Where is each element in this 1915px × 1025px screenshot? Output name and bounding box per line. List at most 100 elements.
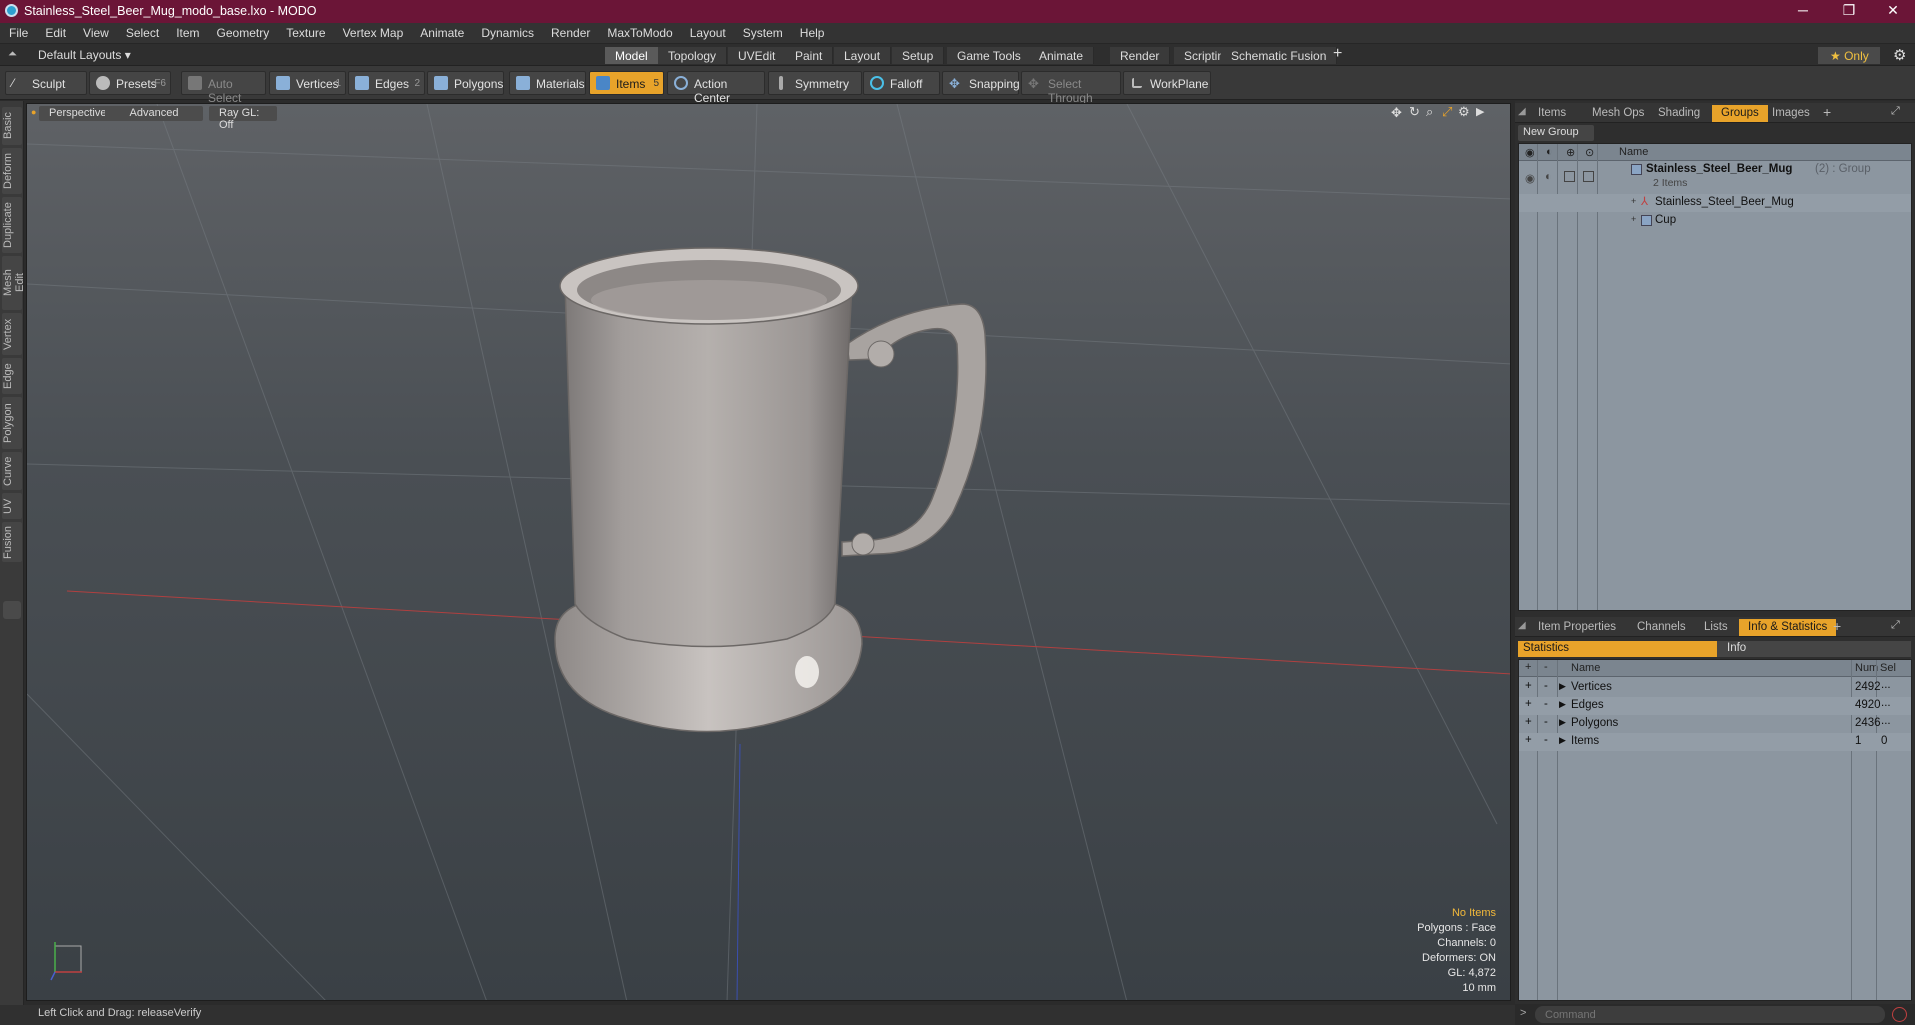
gear-icon[interactable]: ⚙ <box>1893 46 1906 64</box>
tab-item-properties[interactable]: Item Properties <box>1529 619 1625 636</box>
child-expand-icon[interactable]: + <box>1631 196 1636 206</box>
tab-mesh-ops[interactable]: Mesh Ops <box>1583 105 1653 122</box>
collapse-icon[interactable]: ⏶ <box>8 48 17 61</box>
tab-topology[interactable]: Topology <box>658 47 728 64</box>
render-checkbox[interactable] <box>1583 171 1594 182</box>
maximize-panel-icon[interactable]: ⤢ <box>1891 619 1900 632</box>
close-button[interactable]: ✕ <box>1878 2 1908 21</box>
expand-tools-button[interactable] <box>3 601 21 619</box>
stats-row-items[interactable]: + - ▶ Items 1 0 <box>1519 733 1911 751</box>
expand-arrow-icon[interactable]: ▶ <box>1559 717 1566 728</box>
tab-animate[interactable]: Animate <box>1029 47 1095 64</box>
group-row[interactable]: ◉ ◐ Stainless_Steel_Beer_Mug (2) : Group… <box>1519 163 1911 193</box>
tab-groups[interactable]: Groups <box>1712 105 1768 122</box>
tab-mesh-edit[interactable]: Mesh Edit <box>2 256 26 310</box>
tab-images[interactable]: Images <box>1763 105 1819 122</box>
restore-button[interactable]: ❐ <box>1834 2 1864 21</box>
tab-uvedit[interactable]: UVEdit <box>728 47 787 64</box>
vertices-button[interactable]: Vertices 1 <box>269 71 346 95</box>
select-through-button[interactable]: ✥ Select Through <box>1021 71 1121 105</box>
workplane-button[interactable]: WorkPlane <box>1123 71 1211 95</box>
stats-row-polygons[interactable]: + - ▶ Polygons 2436 ... <box>1519 715 1911 733</box>
menu-animate[interactable]: Animate <box>411 23 472 40</box>
lock-toggle-icon[interactable]: ◐ <box>1545 171 1552 183</box>
materials-button[interactable]: Materials <box>509 71 586 95</box>
tab-model[interactable]: Model <box>605 47 659 64</box>
tab-paint[interactable]: Paint <box>785 47 834 64</box>
statistics-subtab[interactable]: Statistics <box>1518 641 1717 657</box>
menu-render[interactable]: Render <box>542 23 598 40</box>
layout-selector[interactable]: Default Layouts ▾ <box>38 48 131 62</box>
child-expand-icon[interactable]: + <box>1631 214 1636 224</box>
raygl-button[interactable]: Ray GL: Off <box>209 106 277 131</box>
tab-channels[interactable]: Channels <box>1628 619 1695 636</box>
zoom-icon[interactable]: ⌕ <box>1426 104 1433 120</box>
group-child-row[interactable]: + Cup <box>1519 212 1911 230</box>
add-tab-icon[interactable]: + <box>1333 45 1342 63</box>
fit-icon[interactable]: ⤢ <box>1442 104 1452 120</box>
tab-info-statistics[interactable]: Info & Statistics <box>1739 619 1837 636</box>
menu-geometry[interactable]: Geometry <box>208 23 278 40</box>
polygons-button[interactable]: Polygons <box>427 71 504 95</box>
menu-item[interactable]: Item <box>167 23 207 40</box>
command-input[interactable] <box>1535 1006 1885 1023</box>
tab-lists[interactable]: Lists <box>1695 619 1737 636</box>
stats-row-edges[interactable]: + - ▶ Edges 4920 ... <box>1519 697 1911 715</box>
menu-dynamics[interactable]: Dynamics <box>472 23 542 40</box>
add-panel-tab-icon[interactable]: + <box>1833 618 1841 634</box>
expand-arrow-icon[interactable]: ▶ <box>1559 735 1566 746</box>
edges-button[interactable]: Edges 2 <box>348 71 425 95</box>
panel-menu-icon[interactable]: ◢ <box>1518 106 1526 117</box>
expand-arrow-icon[interactable]: ▶ <box>1559 699 1566 710</box>
tab-curve[interactable]: Curve <box>2 452 22 490</box>
snapping-button[interactable]: ✥ Snapping <box>942 71 1020 95</box>
3d-viewport[interactable]: ● Perspective Advanced Ray GL: Off ✥ ↻ ⌕… <box>26 103 1511 1001</box>
new-group-button[interactable]: New Group <box>1518 125 1594 141</box>
viewport-gear-icon[interactable]: ⚙ <box>1458 104 1470 120</box>
tab-schematic-fusion[interactable]: Schematic Fusion <box>1221 47 1338 64</box>
tab-fusion[interactable]: Fusion <box>2 522 22 562</box>
menu-layout[interactable]: Layout <box>681 23 734 40</box>
presets-button[interactable]: Presets F6 <box>89 71 171 95</box>
tab-shading[interactable]: Shading <box>1649 105 1709 122</box>
tab-vertex[interactable]: Vertex <box>2 313 22 355</box>
sculpt-button[interactable]: ⁄ Sculpt <box>5 71 87 95</box>
menu-maxtomodo[interactable]: MaxToModo <box>598 23 680 40</box>
command-history-icon[interactable] <box>1892 1007 1907 1022</box>
group-child-row[interactable]: + ⅄ Stainless_Steel_Beer_Mug <box>1519 194 1911 212</box>
visibility-toggle-icon[interactable]: ◉ <box>1525 171 1535 185</box>
tab-layout[interactable]: Layout <box>834 47 892 64</box>
pan-icon[interactable]: ✥ <box>1391 105 1402 121</box>
menu-view[interactable]: View <box>74 23 117 40</box>
menu-edit[interactable]: Edit <box>36 23 74 40</box>
select-checkbox[interactable] <box>1564 171 1575 182</box>
tab-game-tools[interactable]: Game Tools <box>947 47 1032 64</box>
falloff-button[interactable]: Falloff <box>863 71 940 95</box>
shading-mode-button[interactable]: Advanced <box>105 106 203 121</box>
tab-polygon[interactable]: Polygon <box>2 397 22 449</box>
tab-uv[interactable]: UV <box>2 493 22 519</box>
collapse-all-icon[interactable]: - <box>1544 661 1548 673</box>
menu-file[interactable]: File <box>0 23 36 40</box>
menu-help[interactable]: Help <box>791 23 833 40</box>
maximize-panel-icon[interactable]: ⤢ <box>1891 105 1900 118</box>
rotate-icon[interactable]: ↻ <box>1409 104 1420 120</box>
expand-arrow-icon[interactable]: ▶ <box>1559 681 1566 692</box>
expand-arrow-icon[interactable]: ▶ <box>1476 105 1484 118</box>
panel-menu-icon[interactable]: ◢ <box>1518 620 1526 631</box>
add-panel-tab-icon[interactable]: + <box>1823 104 1831 120</box>
menu-system[interactable]: System <box>734 23 791 40</box>
tab-items[interactable]: Items <box>1529 105 1575 122</box>
menu-texture[interactable]: Texture <box>277 23 333 40</box>
menu-vertex-map[interactable]: Vertex Map <box>334 23 412 40</box>
minimize-button[interactable]: ─ <box>1788 2 1818 21</box>
menu-select[interactable]: Select <box>117 23 167 40</box>
tab-edge[interactable]: Edge <box>2 358 22 394</box>
symmetry-button[interactable]: Symmetry <box>768 71 862 95</box>
tab-render[interactable]: Render <box>1110 47 1171 64</box>
tab-setup[interactable]: Setup <box>892 47 945 64</box>
tab-basic[interactable]: Basic <box>2 107 22 145</box>
items-button[interactable]: Items 5 <box>589 71 664 95</box>
viewport-menu-icon[interactable]: ● <box>31 107 36 117</box>
tab-duplicate[interactable]: Duplicate <box>2 197 22 253</box>
